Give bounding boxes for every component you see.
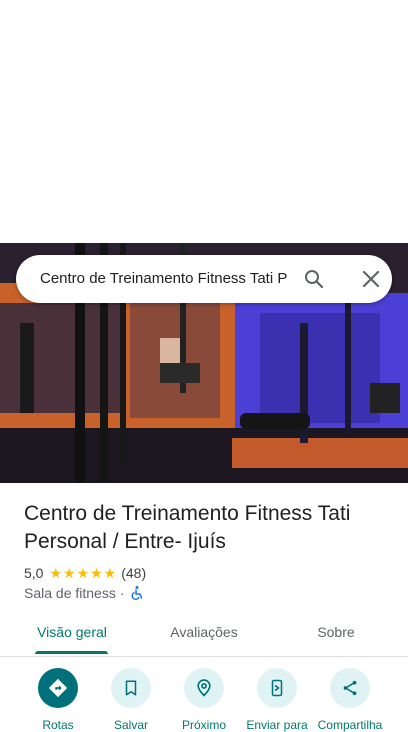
category-row: Sala de fitness · — [24, 583, 145, 603]
search-bar[interactable]: Centro de Treinamento Fitness Tati P — [16, 255, 392, 303]
tab-about[interactable]: Sobre — [302, 612, 370, 656]
bookmark-icon — [111, 668, 151, 708]
nearby-icon — [184, 668, 224, 708]
save-button[interactable]: Salvar — [95, 668, 167, 732]
star-rating-icon: ★★★★★ — [49, 564, 118, 581]
send-to-phone-button[interactable]: Enviar para — [241, 668, 313, 732]
search-icon[interactable] — [302, 267, 326, 291]
send-to-phone-label: Enviar para — [246, 718, 308, 732]
place-category: Sala de fitness — [24, 585, 116, 601]
nearby-label: Próximo — [181, 718, 226, 732]
nearby-button[interactable]: Próximo — [168, 668, 240, 732]
place-title: Centro de Treinamento Fitness Tati Perso… — [24, 502, 351, 553]
send-to-phone-icon — [257, 668, 297, 708]
share-button[interactable]: Compartilha — [314, 668, 386, 732]
directions-button[interactable]: Rotas — [22, 668, 94, 732]
save-label: Salvar — [113, 718, 148, 732]
map-area[interactable] — [0, 0, 408, 243]
active-tab-indicator — [35, 651, 108, 654]
separator: · — [119, 585, 125, 601]
directions-icon — [38, 668, 78, 708]
wheelchair-icon — [129, 585, 145, 601]
action-buttons: Rotas Salvar Próximo Enviar para Compart… — [0, 668, 408, 732]
search-input[interactable]: Centro de Treinamento Fitness Tati P — [40, 255, 288, 303]
tab-reviews[interactable]: Avaliações — [158, 612, 250, 656]
tab-overview[interactable]: Visão geral — [27, 612, 117, 656]
close-icon[interactable] — [359, 267, 383, 291]
rating-value: 5,0 — [24, 565, 44, 581]
rating-row[interactable]: 5,0 ★★★★★ (48) — [24, 563, 146, 583]
directions-label: Rotas — [42, 718, 74, 732]
share-icon — [330, 668, 370, 708]
review-count[interactable]: (48) — [121, 565, 146, 581]
share-label: Compartilha — [317, 718, 383, 732]
